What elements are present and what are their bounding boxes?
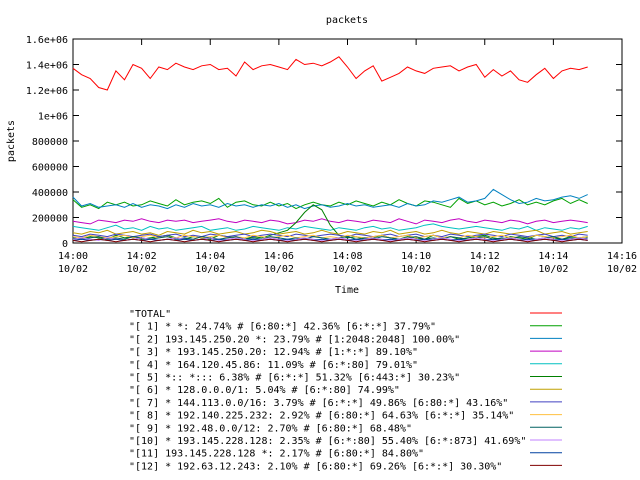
legend-label: "[ 2] 193.145.250.20 *: 23.79% # [1:2048… — [129, 334, 460, 345]
legend-label: "TOTAL" — [129, 309, 171, 320]
x-axis-label: Time — [335, 285, 359, 296]
x-tick-label-date: 10/02 — [607, 264, 637, 275]
x-tick-label-time: 14:14 — [538, 251, 568, 262]
legend-label: "[ 8] * 192.140.225.232: 2.92% # [6:80:*… — [129, 411, 514, 422]
y-tick-label: 400000 — [32, 188, 68, 199]
x-tick-label-date: 10/02 — [58, 264, 88, 275]
series-line — [72, 56, 588, 91]
y-tick-label: 600000 — [32, 163, 68, 174]
legend-label: "[11] 193.145.228.128 *: 2.17% # [6:80:*… — [129, 449, 424, 460]
x-tick-label-time: 14:04 — [195, 251, 225, 262]
legend-label: "[ 3] * 193.145.250.20: 12.94% # [1:*:*]… — [129, 347, 418, 358]
chart-svg: packets 0 200000 400000 600000 800000 1e+06 1.… — [6, 15, 637, 472]
legend-label: "[10] * 193.145.228.128: 2.35% # [6:*:80… — [129, 436, 526, 447]
y-tick-label: 200000 — [32, 214, 68, 225]
x-tick-label-date: 10/02 — [538, 264, 568, 275]
legend-label: "[ 9] * 192.48.0.0/12: 2.70% # [6:80:*] … — [129, 423, 412, 434]
legend: "TOTAL" "[ 1] * *: 24.74% # [6:80:*] 42.3… — [129, 309, 562, 472]
legend-label: "[ 7] * 144.113.0.0/16: 3.79% # [6:*:*] … — [129, 398, 508, 409]
y-axis-label: packets — [6, 120, 17, 162]
legend-label: "[12] * 192.63.12.243: 2.10% # [6:80:*] … — [129, 461, 502, 472]
plot-area — [72, 38, 623, 244]
series-lines — [72, 56, 588, 243]
x-tick-label-date: 10/02 — [401, 264, 431, 275]
legend-label: "[ 6] * 128.0.0.0/1: 5.04% # [6:*:80] 74… — [129, 385, 400, 396]
x-tick-label-date: 10/02 — [195, 264, 225, 275]
series-line — [72, 218, 588, 225]
x-tick-label-time: 14:02 — [127, 251, 157, 262]
x-tick-label-time: 14:00 — [58, 251, 88, 262]
y-tick-label: 1e+06 — [38, 112, 68, 123]
x-tick-label-date: 10/02 — [264, 264, 294, 275]
legend-label: "[ 4] * 164.120.45.86: 11.09% # [6:*:80]… — [129, 360, 418, 371]
x-tick-label-time: 14:06 — [264, 251, 294, 262]
y-tick-label: 1.6e+06 — [26, 35, 68, 46]
legend-label: "[ 5] *:: *::: 6.38% # [6:*:*] 51.32% [6… — [129, 373, 460, 384]
x-tick-label-date: 10/02 — [127, 264, 157, 275]
x-tick-label-time: 14:12 — [470, 251, 500, 262]
x-tick-label-time: 14:10 — [401, 251, 431, 262]
x-tick-label-date: 10/02 — [332, 264, 362, 275]
plot-border — [72, 38, 623, 244]
x-tick-label-time: 14:16 — [607, 251, 637, 262]
chart-title: packets — [326, 15, 368, 26]
x-tick-label-time: 14:08 — [332, 251, 362, 262]
y-tick-label: 0 — [62, 239, 68, 250]
y-axis-ticks: 0 200000 400000 600000 800000 1e+06 1.2e+06 1.4… — [26, 35, 622, 250]
x-tick-label-date: 10/02 — [470, 264, 500, 275]
y-tick-label: 1.2e+06 — [26, 86, 68, 97]
y-tick-label: 800000 — [32, 137, 68, 148]
legend-label: "[ 1] * *: 24.74% # [6:80:*] 42.36% [6:*… — [129, 322, 436, 333]
y-tick-label: 1.4e+06 — [26, 61, 68, 72]
